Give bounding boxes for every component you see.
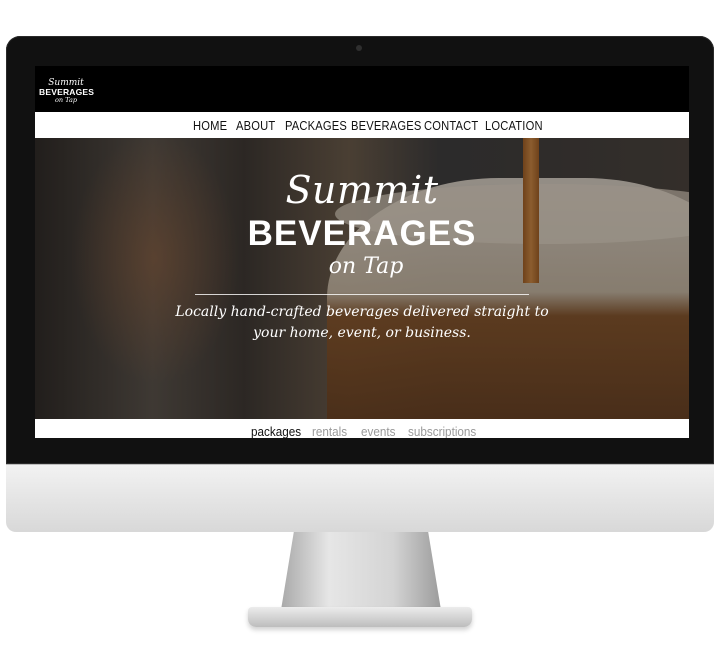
hero-banner: Summit BEVERAGES on Tap Locally hand-cra… xyxy=(35,138,689,419)
hero-title-sub: on Tap xyxy=(328,254,404,279)
logo-subtitle: on Tap xyxy=(54,95,78,104)
tab-packages[interactable]: packages xyxy=(251,424,301,438)
webcam xyxy=(356,45,362,51)
tab-events[interactable]: events xyxy=(361,424,395,438)
nav-home-link[interactable]: HOME xyxy=(193,118,227,134)
hero-divider xyxy=(195,294,529,295)
tagline-line-1: Locally hand-crafted beverages delivered… xyxy=(175,304,549,320)
imac-monitor: Summit BEVERAGES on Tap HOME ABOUT PACKA… xyxy=(6,36,714,532)
hero-title-main: BEVERAGES xyxy=(247,214,477,253)
nav-contact-link[interactable]: CONTACT xyxy=(424,118,478,134)
site-header: Summit BEVERAGES on Tap xyxy=(35,66,689,112)
section-tabs: packages rentals events subscriptions xyxy=(35,419,689,438)
tab-rentals[interactable]: rentals xyxy=(312,424,347,438)
nav-location-link[interactable]: LOCATION xyxy=(485,118,543,134)
nav-packages-link[interactable]: PACKAGES xyxy=(285,118,347,134)
tagline-line-2: your home, event, or business. xyxy=(253,325,471,341)
monitor-chin xyxy=(6,464,714,532)
monitor-stand-neck xyxy=(281,532,441,610)
monitor-bezel: Summit BEVERAGES on Tap HOME ABOUT PACKA… xyxy=(6,36,714,464)
site-logo[interactable]: Summit BEVERAGES on Tap xyxy=(39,79,94,107)
nav-beverages-link[interactable]: BEVERAGES xyxy=(351,118,422,134)
tab-subscriptions[interactable]: subscriptions xyxy=(408,424,476,438)
monitor-stand-base xyxy=(248,607,472,627)
hero-title-script: Summit xyxy=(285,168,439,212)
website-screen: Summit BEVERAGES on Tap HOME ABOUT PACKA… xyxy=(35,66,689,438)
nav-about-link[interactable]: ABOUT xyxy=(236,118,275,134)
hero-tagline: Locally hand-crafted beverages delivered… xyxy=(175,302,549,344)
main-nav: HOME ABOUT PACKAGES BEVERAGES CONTACT LO… xyxy=(35,112,689,138)
